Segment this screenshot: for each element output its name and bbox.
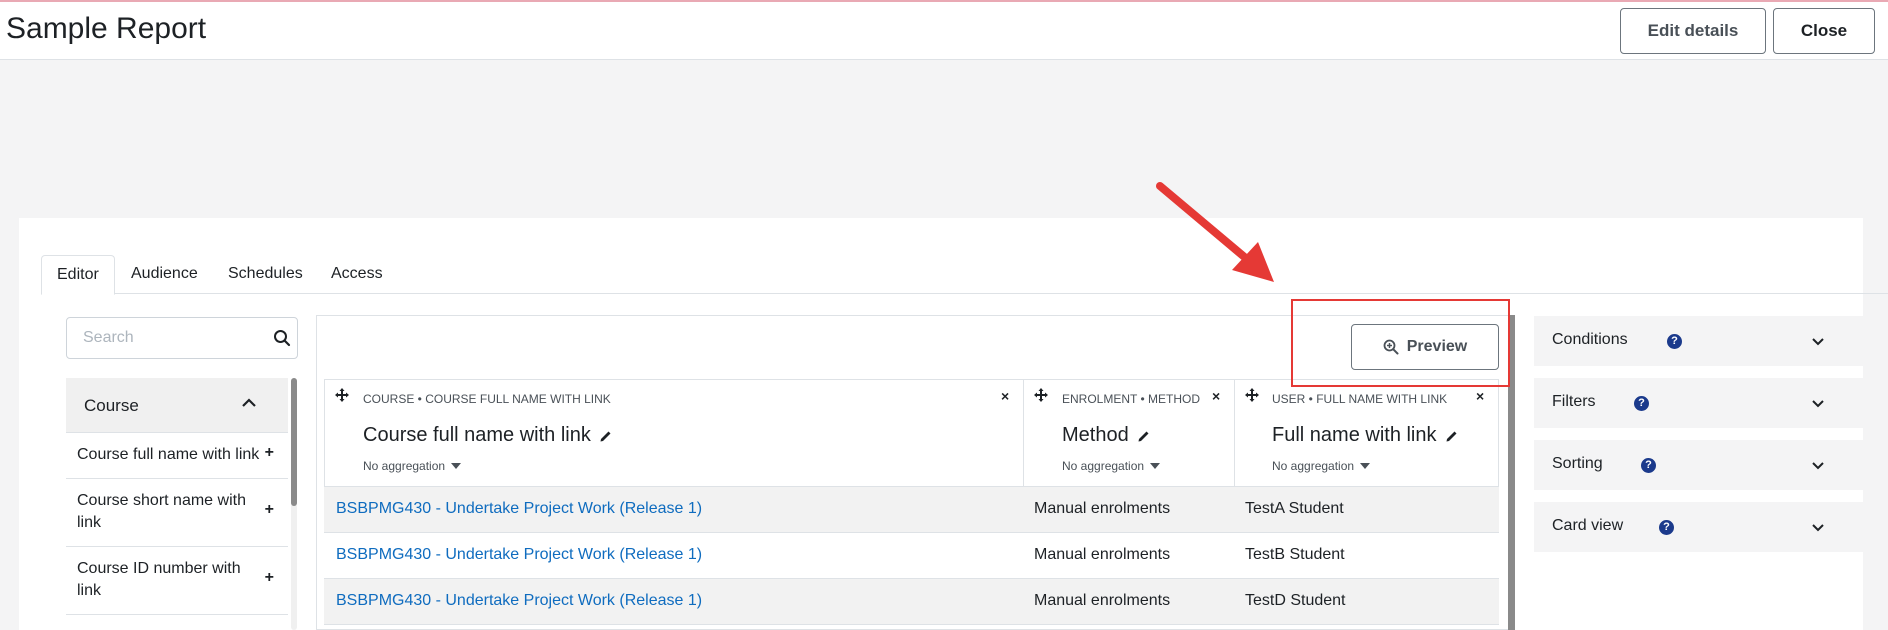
course-link[interactable]: BSBPMG430 - Undertake Project Work (Rele… bbox=[336, 500, 702, 518]
page-title: Sample Report bbox=[6, 12, 207, 45]
column-name-text: Course full name with link bbox=[363, 424, 591, 446]
search-icon[interactable] bbox=[273, 329, 291, 347]
chevron-down-icon[interactable] bbox=[1810, 395, 1826, 411]
panel-sorting[interactable]: Sorting ? bbox=[1534, 440, 1864, 490]
remove-column-icon[interactable]: × bbox=[1212, 388, 1220, 404]
chevron-down-icon[interactable] bbox=[1810, 457, 1826, 473]
tab-editor[interactable]: Editor bbox=[41, 255, 115, 295]
sidebar-item-label: Course full name with link bbox=[77, 446, 260, 463]
tab-audience[interactable]: Audience bbox=[116, 255, 213, 293]
sidebar-section-label: Course bbox=[84, 396, 139, 415]
tabs-divider bbox=[41, 293, 1888, 294]
method-cell: Manual enrolments bbox=[1034, 592, 1171, 609]
aggregation-label: No aggregation bbox=[1272, 459, 1355, 473]
table-row: BSBPMG430 - Undertake Project Work (Rele… bbox=[324, 579, 1499, 625]
remove-column-icon[interactable]: × bbox=[1476, 388, 1484, 404]
panel-label: Sorting bbox=[1552, 455, 1603, 472]
column-meta: COURSE • COURSE FULL NAME WITH LINK bbox=[363, 392, 611, 406]
add-icon[interactable]: + bbox=[265, 569, 274, 587]
chevron-down-icon[interactable] bbox=[1810, 519, 1826, 535]
pencil-icon[interactable] bbox=[1137, 429, 1151, 443]
column-name-text: Full name with link bbox=[1272, 424, 1437, 446]
column-meta: USER • FULL NAME WITH LINK bbox=[1272, 392, 1448, 406]
sidebar-scrollbar-thumb[interactable] bbox=[291, 378, 297, 506]
caret-down-icon bbox=[1360, 463, 1371, 469]
search-input[interactable] bbox=[81, 328, 265, 348]
aggregation-select[interactable]: No aggregation bbox=[1062, 459, 1161, 473]
aggregation-select[interactable]: No aggregation bbox=[1272, 459, 1371, 473]
course-link[interactable]: BSBPMG430 - Undertake Project Work (Rele… bbox=[336, 592, 702, 610]
aggregation-select[interactable]: No aggregation bbox=[363, 459, 462, 473]
method-cell: Manual enrolments bbox=[1034, 500, 1171, 517]
question-circle-icon[interactable]: ? bbox=[1667, 334, 1682, 349]
user-cell: TestA Student bbox=[1245, 500, 1344, 517]
panel-conditions[interactable]: Conditions ? bbox=[1534, 316, 1864, 366]
column-name-text: Method bbox=[1062, 424, 1129, 446]
sidebar-section-course[interactable]: Course bbox=[66, 378, 288, 433]
annotation-arrow-icon bbox=[1156, 182, 1274, 282]
question-circle-icon[interactable]: ? bbox=[1659, 520, 1674, 535]
panel-label: Card view bbox=[1552, 517, 1624, 534]
aggregation-label: No aggregation bbox=[363, 459, 446, 473]
column-name[interactable]: Course full name with link bbox=[363, 424, 613, 447]
column-name[interactable]: Full name with link bbox=[1272, 424, 1459, 447]
sidebar-card: Course Course full name with link + Cour… bbox=[66, 378, 288, 630]
sidebar-item-label: Course ID number with link bbox=[77, 560, 241, 599]
panel-filters[interactable]: Filters ? bbox=[1534, 378, 1864, 428]
column-meta: ENROLMENT • METHOD bbox=[1062, 392, 1200, 406]
user-cell: TestD Student bbox=[1245, 592, 1346, 609]
tab-access[interactable]: Access bbox=[316, 255, 398, 293]
close-button[interactable]: Close bbox=[1773, 8, 1875, 54]
panel-label: Conditions bbox=[1552, 331, 1628, 348]
chevron-up-icon[interactable] bbox=[240, 394, 258, 412]
sidebar-item-course-id-number[interactable]: Course ID number with link + bbox=[66, 546, 288, 615]
sidebar-item-course-short-name[interactable]: Course short name with link + bbox=[66, 478, 288, 547]
method-cell: Manual enrolments bbox=[1034, 546, 1171, 563]
panel-label: Filters bbox=[1552, 393, 1596, 410]
table-row: BSBPMG430 - Undertake Project Work (Rele… bbox=[324, 487, 1499, 533]
column-header-method: ENROLMENT • METHOD × Method No aggregati… bbox=[1023, 379, 1235, 487]
tab-schedules[interactable]: Schedules bbox=[213, 255, 318, 293]
annotation-highlight-box bbox=[1291, 299, 1510, 387]
course-link[interactable]: BSBPMG430 - Undertake Project Work (Rele… bbox=[336, 546, 702, 564]
column-header-course: COURSE • COURSE FULL NAME WITH LINK × Co… bbox=[324, 379, 1024, 487]
question-circle-icon[interactable]: ? bbox=[1634, 396, 1649, 411]
panel-card-view[interactable]: Card view ? bbox=[1534, 502, 1864, 552]
add-icon[interactable]: + bbox=[265, 501, 274, 519]
question-circle-icon[interactable]: ? bbox=[1641, 458, 1656, 473]
move-icon[interactable] bbox=[1245, 388, 1259, 402]
caret-down-icon bbox=[1150, 463, 1161, 469]
search-field[interactable] bbox=[66, 317, 298, 359]
add-icon[interactable]: + bbox=[265, 444, 274, 462]
caret-down-icon bbox=[451, 463, 462, 469]
move-icon[interactable] bbox=[1034, 388, 1048, 402]
table-row: BSBPMG430 - Undertake Project Work (Rele… bbox=[324, 533, 1499, 579]
column-name[interactable]: Method bbox=[1062, 424, 1151, 447]
move-icon[interactable] bbox=[335, 388, 349, 402]
edit-details-button[interactable]: Edit details bbox=[1620, 8, 1766, 54]
pencil-icon[interactable] bbox=[1445, 429, 1459, 443]
page-header: Sample Report Edit details Close bbox=[0, 2, 1888, 60]
user-cell: TestB Student bbox=[1245, 546, 1345, 563]
remove-column-icon[interactable]: × bbox=[1001, 388, 1009, 404]
column-header-user: USER • FULL NAME WITH LINK × Full name w… bbox=[1234, 379, 1499, 487]
sidebar-item-label: Course short name with link bbox=[77, 492, 246, 531]
sidebar-item-course-full-name[interactable]: Course full name with link + bbox=[66, 432, 288, 479]
pencil-icon[interactable] bbox=[599, 429, 613, 443]
aggregation-label: No aggregation bbox=[1062, 459, 1145, 473]
chevron-down-icon[interactable] bbox=[1810, 333, 1826, 349]
